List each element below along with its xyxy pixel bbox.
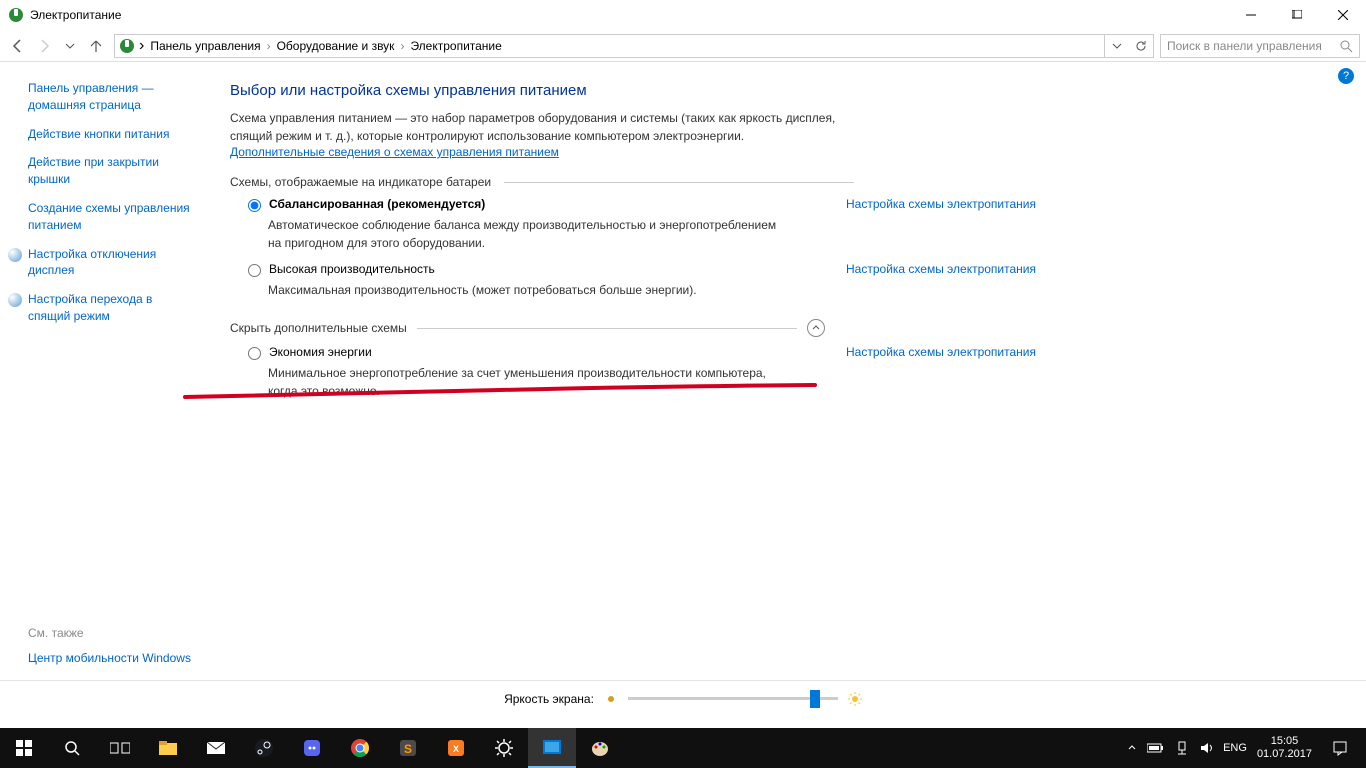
task-view-button[interactable] (96, 728, 144, 768)
minimize-button[interactable] (1228, 0, 1274, 30)
system-tray: ENG 15:05 01.07.2017 (1127, 728, 1366, 768)
search-input[interactable]: Поиск в панели управления (1160, 34, 1360, 58)
recent-dropdown[interactable] (58, 34, 82, 58)
back-button[interactable] (6, 34, 30, 58)
tray-chevron-icon[interactable] (1127, 743, 1137, 753)
plan-balanced[interactable]: Сбалансированная (рекомендуется) Настрой… (248, 197, 1336, 212)
plan-description: Минимальное энергопотребление за счет ум… (268, 364, 788, 400)
tray-clock[interactable]: 15:05 01.07.2017 (1257, 735, 1312, 761)
taskbar-app-sublime[interactable]: S (384, 728, 432, 768)
breadcrumb: Панель управления › Оборудование и звук … (150, 39, 501, 53)
sidebar-item-display-off[interactable]: Настройка отключения дисплея (28, 246, 192, 280)
tray-network-icon[interactable] (1175, 741, 1189, 755)
section-battery-plans: Схемы, отображаемые на индикаторе батаре… (230, 175, 1336, 189)
taskbar-app-control-panel[interactable] (528, 728, 576, 768)
brightness-bar: Яркость экрана: (0, 680, 1366, 716)
tray-language[interactable]: ENG (1223, 742, 1247, 754)
breadcrumb-item[interactable]: Панель управления (150, 39, 260, 53)
close-button[interactable] (1320, 0, 1366, 30)
tray-volume-icon[interactable] (1199, 741, 1213, 755)
sidebar-item-sleep[interactable]: Настройка перехода в спящий режим (28, 291, 192, 325)
plan-settings-link[interactable]: Настройка схемы электропитания (846, 262, 1036, 276)
taskbar-app-chrome[interactable] (336, 728, 384, 768)
plan-name: Экономия энергии (269, 345, 372, 359)
refresh-button[interactable] (1129, 35, 1153, 57)
plan-radio-power-saver[interactable] (248, 347, 261, 360)
plan-settings-link[interactable]: Настройка схемы электропитания (846, 345, 1036, 359)
breadcrumb-item[interactable]: Электропитание (410, 39, 501, 53)
plan-name: Высокая производительность (269, 262, 435, 276)
brightness-slider[interactable] (628, 697, 838, 700)
taskbar-app-xampp[interactable]: X (432, 728, 480, 768)
main-content: Выбор или настройка схемы управления пит… (200, 62, 1366, 728)
brightness-label: Яркость экрана: (504, 692, 594, 706)
taskbar-app-settings[interactable] (480, 728, 528, 768)
svg-text:X: X (453, 744, 459, 754)
tray-power-icon[interactable] (1147, 742, 1165, 754)
sidebar-item-power-button[interactable]: Действие кнопки питания (28, 126, 192, 143)
taskbar-app-steam[interactable] (240, 728, 288, 768)
sun-bright-icon (848, 692, 862, 706)
plan-high-performance[interactable]: Высокая производительность Настройка схе… (248, 262, 1336, 277)
tray-notifications[interactable] (1322, 728, 1358, 768)
breadcrumb-item[interactable]: Оборудование и звук (277, 39, 395, 53)
svg-text:S: S (404, 742, 412, 756)
see-also-label: См. также (28, 626, 208, 640)
sidebar: Панель управления — домашняя страница Де… (0, 62, 200, 728)
sun-dim-icon (604, 692, 618, 706)
search-icon (1339, 39, 1353, 53)
taskbar-app-file-explorer[interactable] (144, 728, 192, 768)
taskbar-app-mail[interactable] (192, 728, 240, 768)
plan-description: Максимальная производительность (может п… (268, 281, 788, 299)
sidebar-item-lid-action[interactable]: Действие при закрытии крышки (28, 154, 192, 188)
plan-name: Сбалансированная (рекомендуется) (269, 197, 485, 211)
power-icon (119, 38, 135, 54)
address-bar[interactable]: › Панель управления › Оборудование и зву… (114, 34, 1154, 58)
page-description: Схема управления питанием — это набор па… (230, 109, 850, 145)
slider-thumb[interactable] (810, 690, 820, 708)
title-bar: Электропитание (0, 0, 1366, 30)
maximize-button[interactable] (1274, 0, 1320, 30)
taskbar: S X ENG 15:05 01.07.2017 (0, 728, 1366, 768)
collapse-button[interactable] (807, 319, 825, 337)
sidebar-item-create-plan[interactable]: Создание схемы управления питанием (28, 200, 192, 234)
more-info-link[interactable]: Дополнительные сведения о схемах управле… (230, 145, 559, 159)
nav-bar: › Панель управления › Оборудование и зву… (0, 30, 1366, 62)
search-button[interactable] (48, 728, 96, 768)
up-button[interactable] (84, 34, 108, 58)
chevron-right-icon: › (139, 37, 144, 55)
sidebar-home-link[interactable]: Панель управления — домашняя страница (28, 80, 192, 114)
start-button[interactable] (0, 728, 48, 768)
sidebar-mobility-center[interactable]: Центр мобильности Windows (28, 650, 208, 667)
chevron-right-icon: › (400, 39, 404, 53)
search-placeholder: Поиск в панели управления (1167, 39, 1339, 53)
plan-radio-balanced[interactable] (248, 199, 261, 212)
app-icon (8, 7, 24, 23)
plan-description: Автоматическое соблюдение баланса между … (268, 216, 788, 252)
plan-settings-link[interactable]: Настройка схемы электропитания (846, 197, 1036, 211)
taskbar-app-paint[interactable] (576, 728, 624, 768)
window-title: Электропитание (30, 8, 1228, 22)
page-title: Выбор или настройка схемы управления пит… (230, 82, 1336, 99)
plan-radio-high-performance[interactable] (248, 264, 261, 277)
chevron-right-icon: › (267, 39, 271, 53)
section-hide-extra: Скрыть дополнительные схемы (230, 319, 1336, 337)
address-dropdown[interactable] (1105, 35, 1129, 57)
forward-button[interactable] (32, 34, 56, 58)
taskbar-app-discord[interactable] (288, 728, 336, 768)
plan-power-saver[interactable]: Экономия энергии Настройка схемы электро… (248, 345, 1336, 360)
